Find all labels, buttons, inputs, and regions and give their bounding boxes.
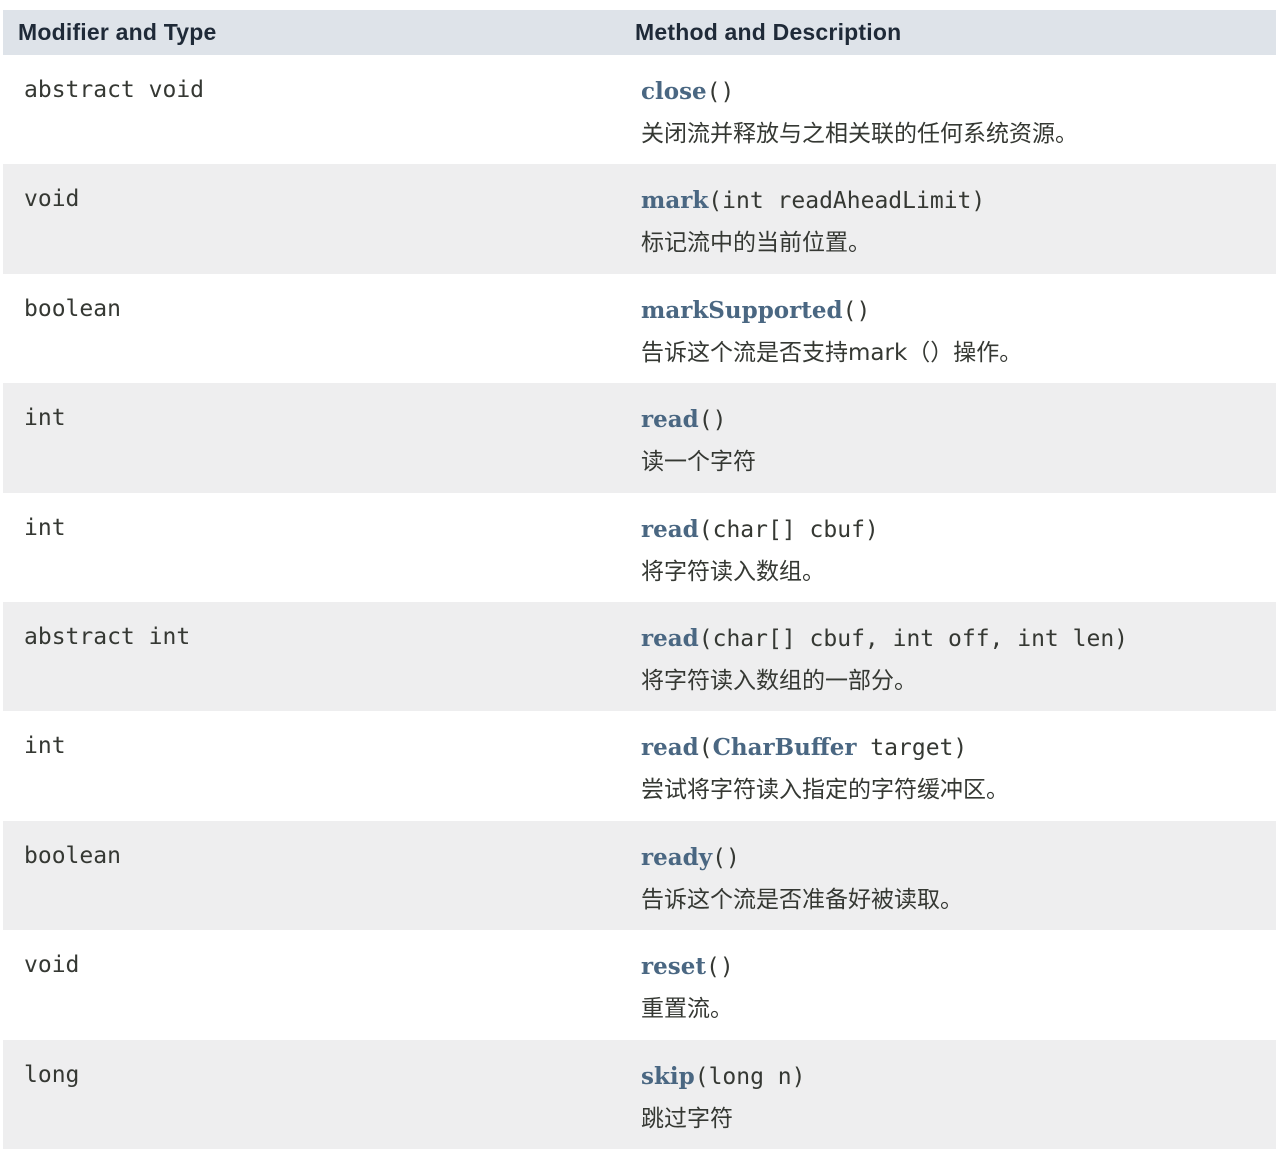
- method-params: (char[] cbuf, int off, int len): [698, 625, 1129, 652]
- table-row: boolean markSupported() 告诉这个流是否支持mark（）操…: [3, 273, 1276, 384]
- table-row: int read() 读一个字符: [3, 383, 1276, 493]
- method-description: 标记流中的当前位置。: [641, 230, 871, 257]
- method-cell: read(char[] cbuf) 将字符读入数组。: [641, 493, 1276, 602]
- method-link-mark[interactable]: mark: [641, 187, 708, 214]
- method-description: 将字符读入数组的一部分。: [641, 667, 917, 694]
- method-link-reset[interactable]: reset: [641, 953, 706, 980]
- method-description: 告诉这个流是否支持mark（）操作。: [641, 339, 1023, 366]
- method-link-read[interactable]: read: [641, 406, 699, 433]
- method-description: 读一个字符: [641, 449, 756, 476]
- modifier-type: abstract void: [24, 77, 205, 103]
- table-row: abstract int read(char[] cbuf, int off, …: [3, 601, 1276, 712]
- modifier-type: int: [24, 514, 66, 541]
- modifier-type: int: [24, 733, 66, 760]
- method-signature: markSupported(): [641, 296, 1276, 326]
- table-row: long skip(long n) 跳过字符: [3, 1039, 1276, 1149]
- method-link-ready[interactable]: ready: [641, 844, 712, 871]
- method-signature: reset(): [641, 952, 1276, 982]
- method-summary-table: Modifier and Type Method and Description…: [3, 10, 1276, 1149]
- method-cell: close() 关闭流并释放与之相关联的任何系统资源。: [641, 55, 1276, 164]
- method-signature: read(char[] cbuf): [641, 515, 1276, 545]
- method-params: (): [698, 407, 727, 434]
- method-link-read[interactable]: read: [641, 516, 699, 543]
- method-link-marksupported[interactable]: markSupported: [641, 297, 843, 324]
- method-signature: ready(): [641, 843, 1276, 873]
- method-signature: close(): [641, 77, 1276, 107]
- header-modifier-type: Modifier and Type: [18, 19, 217, 45]
- method-params: (: [698, 735, 713, 762]
- method-signature: read(CharBuffer target): [641, 733, 1276, 763]
- method-description: 重置流。: [641, 996, 733, 1023]
- method-params: (): [712, 844, 740, 871]
- method-cell: reset() 重置流。: [641, 930, 1276, 1039]
- method-params: (char[] cbuf): [698, 516, 879, 543]
- table-row: int read(CharBuffer target) 尝试将字符读入指定的字符…: [3, 711, 1276, 821]
- modifier-type: int: [24, 405, 66, 432]
- table-row: abstract void close() 关闭流并释放与之相关联的任何系统资源…: [3, 55, 1276, 165]
- method-params: target): [856, 735, 968, 762]
- header-method-description: Method and Description: [635, 19, 902, 45]
- modifier-type: boolean: [24, 842, 121, 869]
- modifier-type: void: [24, 186, 80, 213]
- modifier-type: void: [24, 952, 80, 979]
- method-link-read[interactable]: read: [641, 625, 699, 652]
- method-cell: read(CharBuffer target) 尝试将字符读入指定的字符缓冲区。: [641, 711, 1276, 820]
- method-params: (): [842, 297, 871, 324]
- table-row: boolean ready() 告诉这个流是否准备好被读取。: [3, 820, 1276, 931]
- table-row: int read(char[] cbuf) 将字符读入数组。: [3, 492, 1276, 602]
- method-description: 跳过字符: [641, 1105, 733, 1132]
- method-signature: mark(int readAheadLimit): [641, 186, 1276, 216]
- modifier-type: long: [24, 1061, 80, 1088]
- method-description: 将字符读入数组。: [641, 558, 825, 585]
- method-params: (long n): [694, 1063, 806, 1090]
- table-header: Modifier and Type Method and Description: [3, 10, 1276, 55]
- method-signature: read(char[] cbuf, int off, int len): [641, 624, 1276, 654]
- method-signature: skip(long n): [641, 1062, 1276, 1092]
- method-cell: mark(int readAheadLimit) 标记流中的当前位置。: [641, 164, 1276, 273]
- method-params: (): [705, 954, 734, 981]
- modifier-type: boolean: [24, 295, 121, 322]
- method-link-read[interactable]: read: [641, 734, 699, 761]
- method-params: (): [706, 79, 735, 105]
- method-cell: skip(long n) 跳过字符: [641, 1040, 1276, 1149]
- modifier-type: abstract int: [24, 623, 191, 650]
- method-description: 尝试将字符读入指定的字符缓冲区。: [641, 777, 1009, 804]
- method-cell: markSupported() 告诉这个流是否支持mark（）操作。: [641, 274, 1276, 383]
- table-body: abstract void close() 关闭流并释放与之相关联的任何系统资源…: [3, 55, 1276, 1149]
- table-row: void reset() 重置流。: [3, 930, 1276, 1040]
- table-row: void mark(int readAheadLimit) 标记流中的当前位置。: [3, 164, 1276, 274]
- type-link-charbuffer[interactable]: CharBuffer: [713, 734, 857, 761]
- method-link-skip[interactable]: skip: [641, 1063, 695, 1090]
- method-description: 告诉这个流是否准备好被读取。: [641, 886, 963, 913]
- method-cell: read(char[] cbuf, int off, int len) 将字符读…: [641, 602, 1276, 711]
- method-signature: read(): [641, 405, 1276, 435]
- method-cell: ready() 告诉这个流是否准备好被读取。: [641, 821, 1276, 930]
- method-params: (int readAheadLimit): [708, 188, 986, 215]
- method-link-close[interactable]: close: [641, 78, 707, 105]
- method-description: 关闭流并释放与之相关联的任何系统资源。: [641, 121, 1078, 147]
- method-cell: read() 读一个字符: [641, 383, 1276, 492]
